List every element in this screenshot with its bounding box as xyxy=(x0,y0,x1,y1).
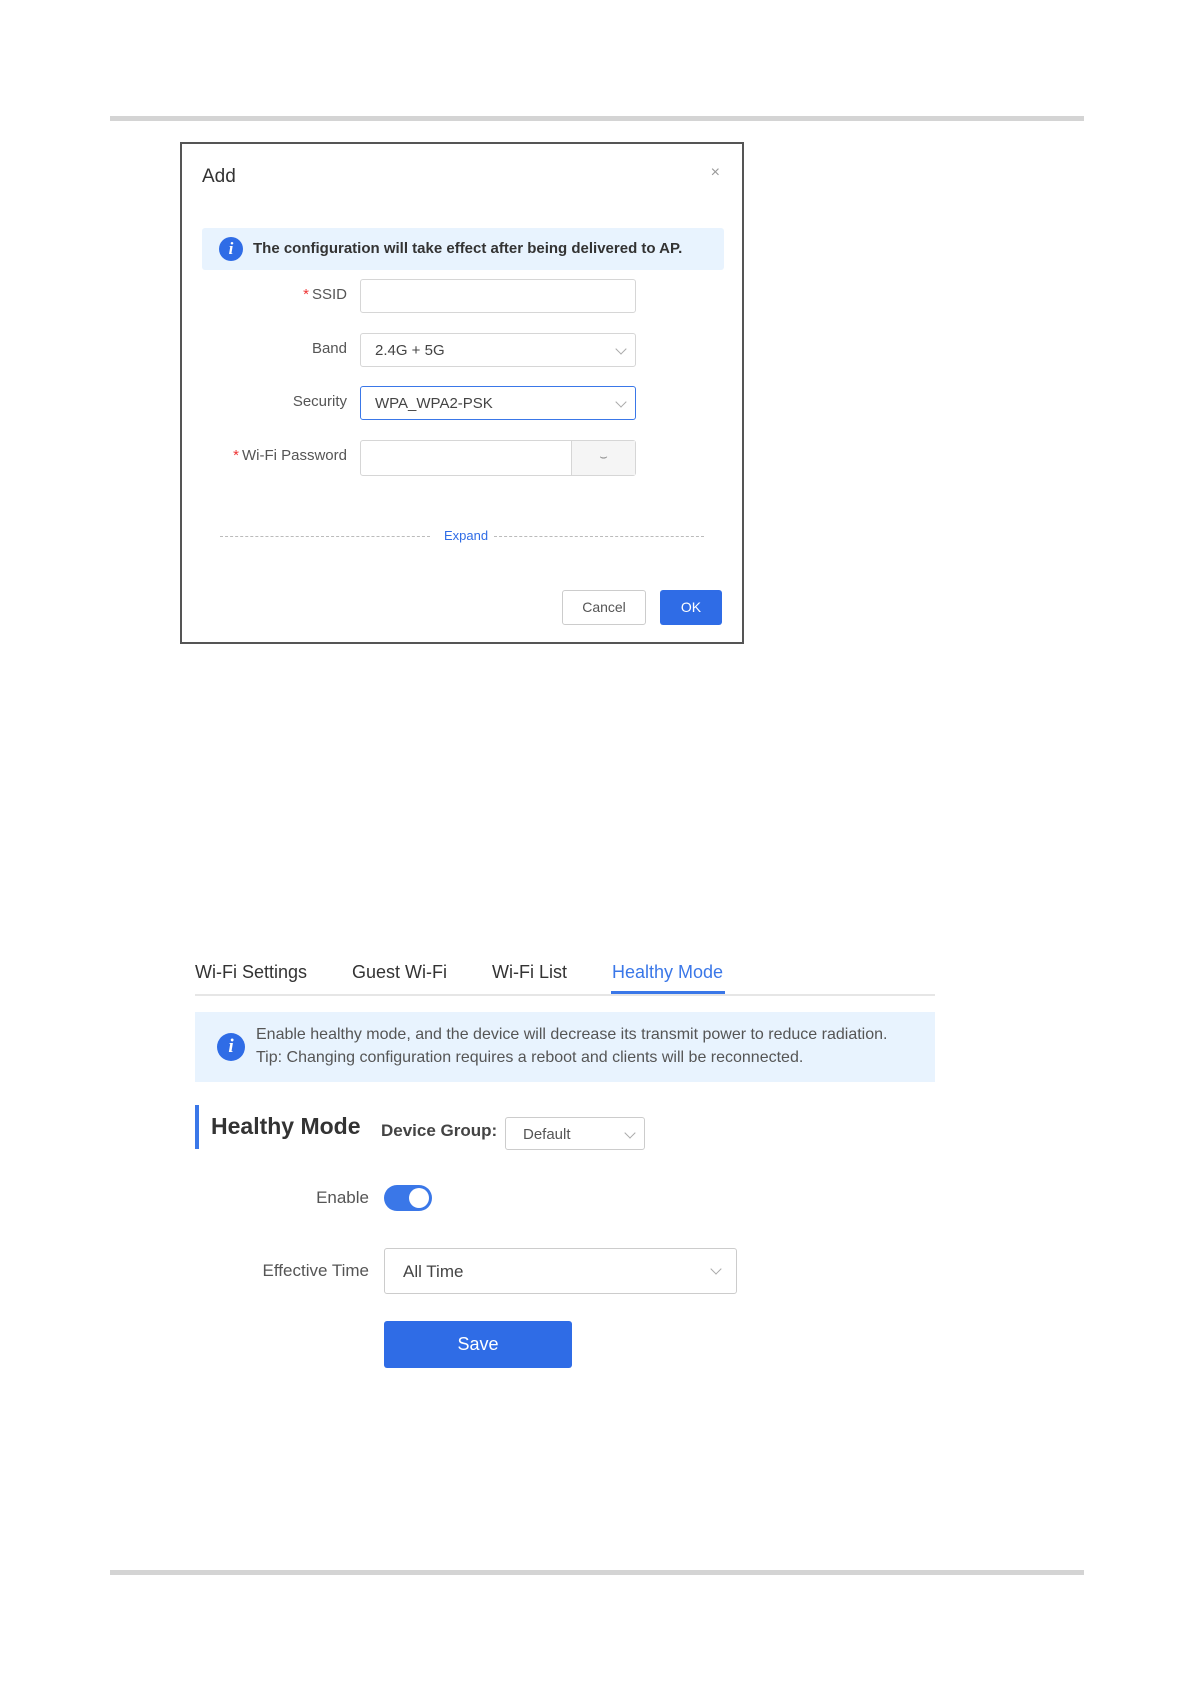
expand-divider-right xyxy=(494,536,704,537)
notice-line-1: Enable healthy mode, and the device will… xyxy=(256,1026,888,1043)
enable-label: Enable xyxy=(316,1188,369,1207)
ssid-input[interactable] xyxy=(360,279,636,313)
enable-toggle[interactable] xyxy=(384,1185,432,1211)
ok-button[interactable]: OK xyxy=(660,590,722,625)
dialog-title: Add xyxy=(202,166,236,187)
band-select[interactable]: 2.4G + 5G xyxy=(360,333,636,367)
add-dialog: Add × i The configuration will take effe… xyxy=(180,142,744,644)
effective-time-select[interactable]: All Time xyxy=(384,1248,737,1294)
tab-guest-wifi[interactable]: Guest Wi-Fi xyxy=(352,962,447,983)
info-icon: i xyxy=(219,237,243,261)
required-mark: * xyxy=(303,286,309,303)
toggle-knob xyxy=(409,1188,429,1208)
security-label: Security xyxy=(292,393,347,410)
ssid-label: * SSID xyxy=(303,286,347,303)
required-mark: * xyxy=(233,447,239,464)
security-select[interactable]: WPA_WPA2-PSK xyxy=(360,386,636,420)
chevron-down-icon xyxy=(624,1127,636,1139)
healthy-mode-notice: i Enable healthy mode, and the device wi… xyxy=(195,1012,935,1082)
wifi-password-label: * Wi-Fi Password xyxy=(233,447,347,464)
cancel-button[interactable]: Cancel xyxy=(562,590,646,625)
tab-healthy-mode[interactable]: Healthy Mode xyxy=(612,962,723,983)
active-tab-indicator xyxy=(611,991,725,994)
info-icon: i xyxy=(217,1033,245,1061)
dialog-notice: i The configuration will take effect aft… xyxy=(202,228,724,270)
wifi-password-input[interactable]: ⌣ xyxy=(360,440,636,476)
device-group-select[interactable]: Default xyxy=(505,1117,645,1150)
expand-link[interactable]: Expand xyxy=(444,528,488,543)
chevron-down-icon xyxy=(615,396,627,408)
page-top-rule xyxy=(110,116,1084,121)
chevron-down-icon xyxy=(615,343,627,355)
notice-line-2: Tip: Changing configuration requires a r… xyxy=(256,1049,804,1066)
band-label: Band xyxy=(311,340,347,357)
chevron-down-icon xyxy=(710,1263,722,1275)
tab-wifi-settings[interactable]: Wi-Fi Settings xyxy=(195,962,307,983)
device-group-label: Device Group: xyxy=(381,1121,498,1140)
page-bottom-rule xyxy=(110,1570,1084,1575)
tab-bar: Wi-Fi Settings Guest Wi-Fi Wi-Fi List He… xyxy=(195,958,935,996)
section-title: Healthy Mode xyxy=(211,1113,361,1139)
effective-time-label: Effective Time xyxy=(262,1261,369,1280)
eye-closed-icon[interactable]: ⌣ xyxy=(571,441,635,475)
dialog-notice-text: The configuration will take effect after… xyxy=(253,240,683,257)
save-button[interactable]: Save xyxy=(384,1321,572,1368)
close-icon[interactable]: × xyxy=(711,164,720,182)
expand-divider-left xyxy=(220,536,430,537)
section-accent-bar xyxy=(195,1105,199,1149)
tab-wifi-list[interactable]: Wi-Fi List xyxy=(492,962,567,983)
